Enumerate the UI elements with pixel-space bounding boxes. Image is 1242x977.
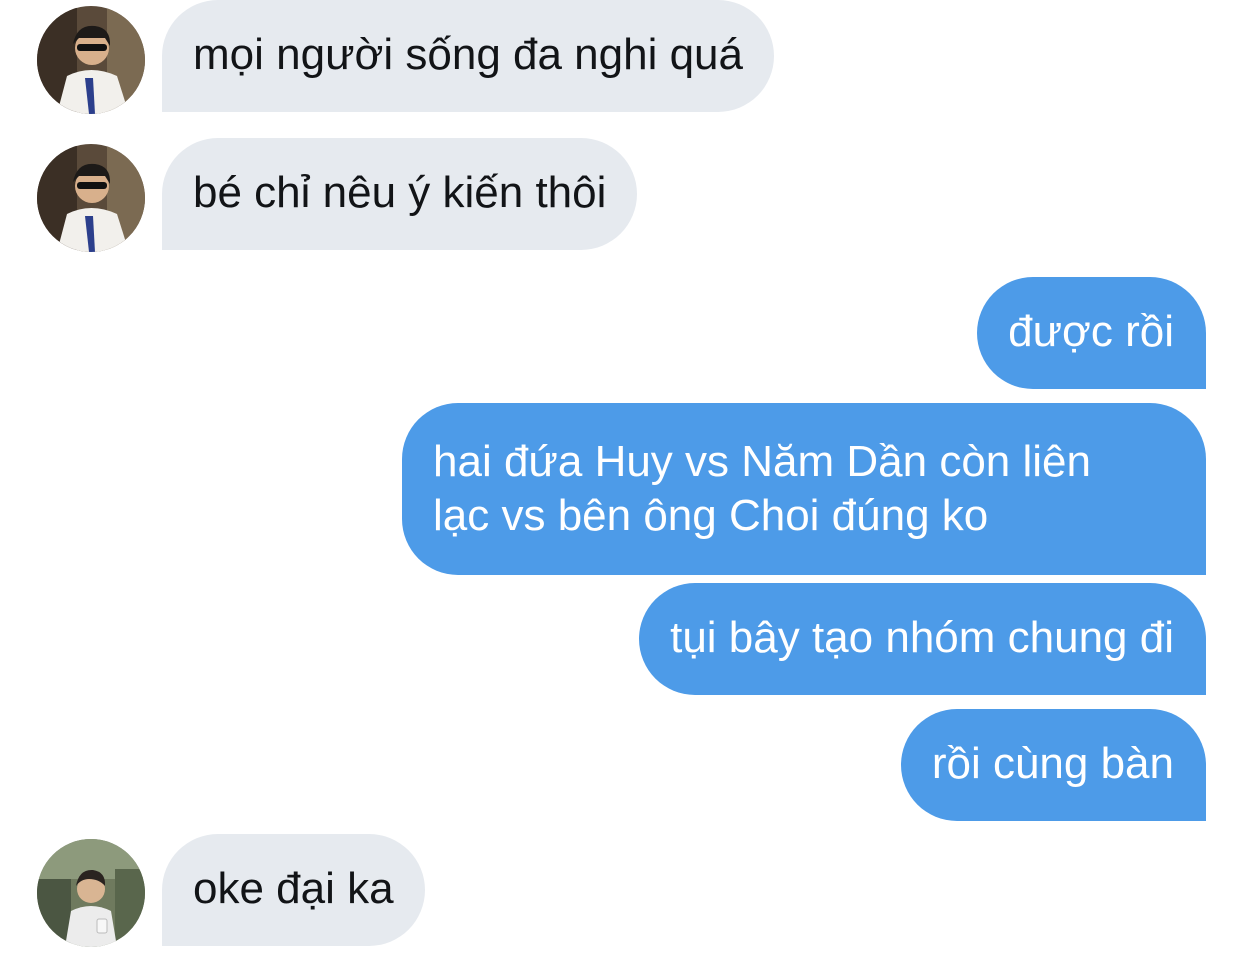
sender-avatar[interactable] — [37, 6, 145, 114]
message-text: mọi người sống đa nghi quá — [193, 30, 743, 79]
avatar-person-outdoors-icon — [37, 839, 145, 947]
sender-avatar[interactable] — [37, 839, 145, 947]
message-text: tụi bây tạo nhóm chung đi — [670, 613, 1174, 662]
message-bubble-incoming[interactable]: oke đại ka — [162, 834, 425, 946]
message-bubble-outgoing[interactable]: rồi cùng bàn — [900, 709, 1206, 821]
message-text: bé chỉ nêu ý kiến thôi — [193, 168, 607, 217]
message-text-line: hai đứa Huy vs Năm Dần còn liên — [433, 437, 1091, 486]
message-bubble-outgoing[interactable]: được rồi — [977, 277, 1206, 389]
message-bubble-outgoing[interactable]: hai đứa Huy vs Năm Dần còn liên lạc vs b… — [402, 403, 1206, 575]
message-bubble-incoming[interactable]: bé chỉ nêu ý kiến thôi — [162, 138, 638, 250]
message-text: rồi cùng bàn — [931, 739, 1174, 788]
message-text: oke đại ka — [193, 864, 394, 913]
message-bubble-outgoing[interactable]: tụi bây tạo nhóm chung đi — [639, 583, 1206, 695]
sender-avatar[interactable] — [37, 144, 145, 252]
message-text: được rồi — [1008, 307, 1174, 356]
message-bubble-incoming[interactable]: mọi người sống đa nghi quá — [162, 0, 774, 112]
avatar-person-sunglasses-icon — [37, 6, 145, 114]
avatar-person-sunglasses-icon — [37, 144, 145, 252]
message-text-line: lạc vs bên ông Choi đúng ko — [433, 491, 989, 540]
